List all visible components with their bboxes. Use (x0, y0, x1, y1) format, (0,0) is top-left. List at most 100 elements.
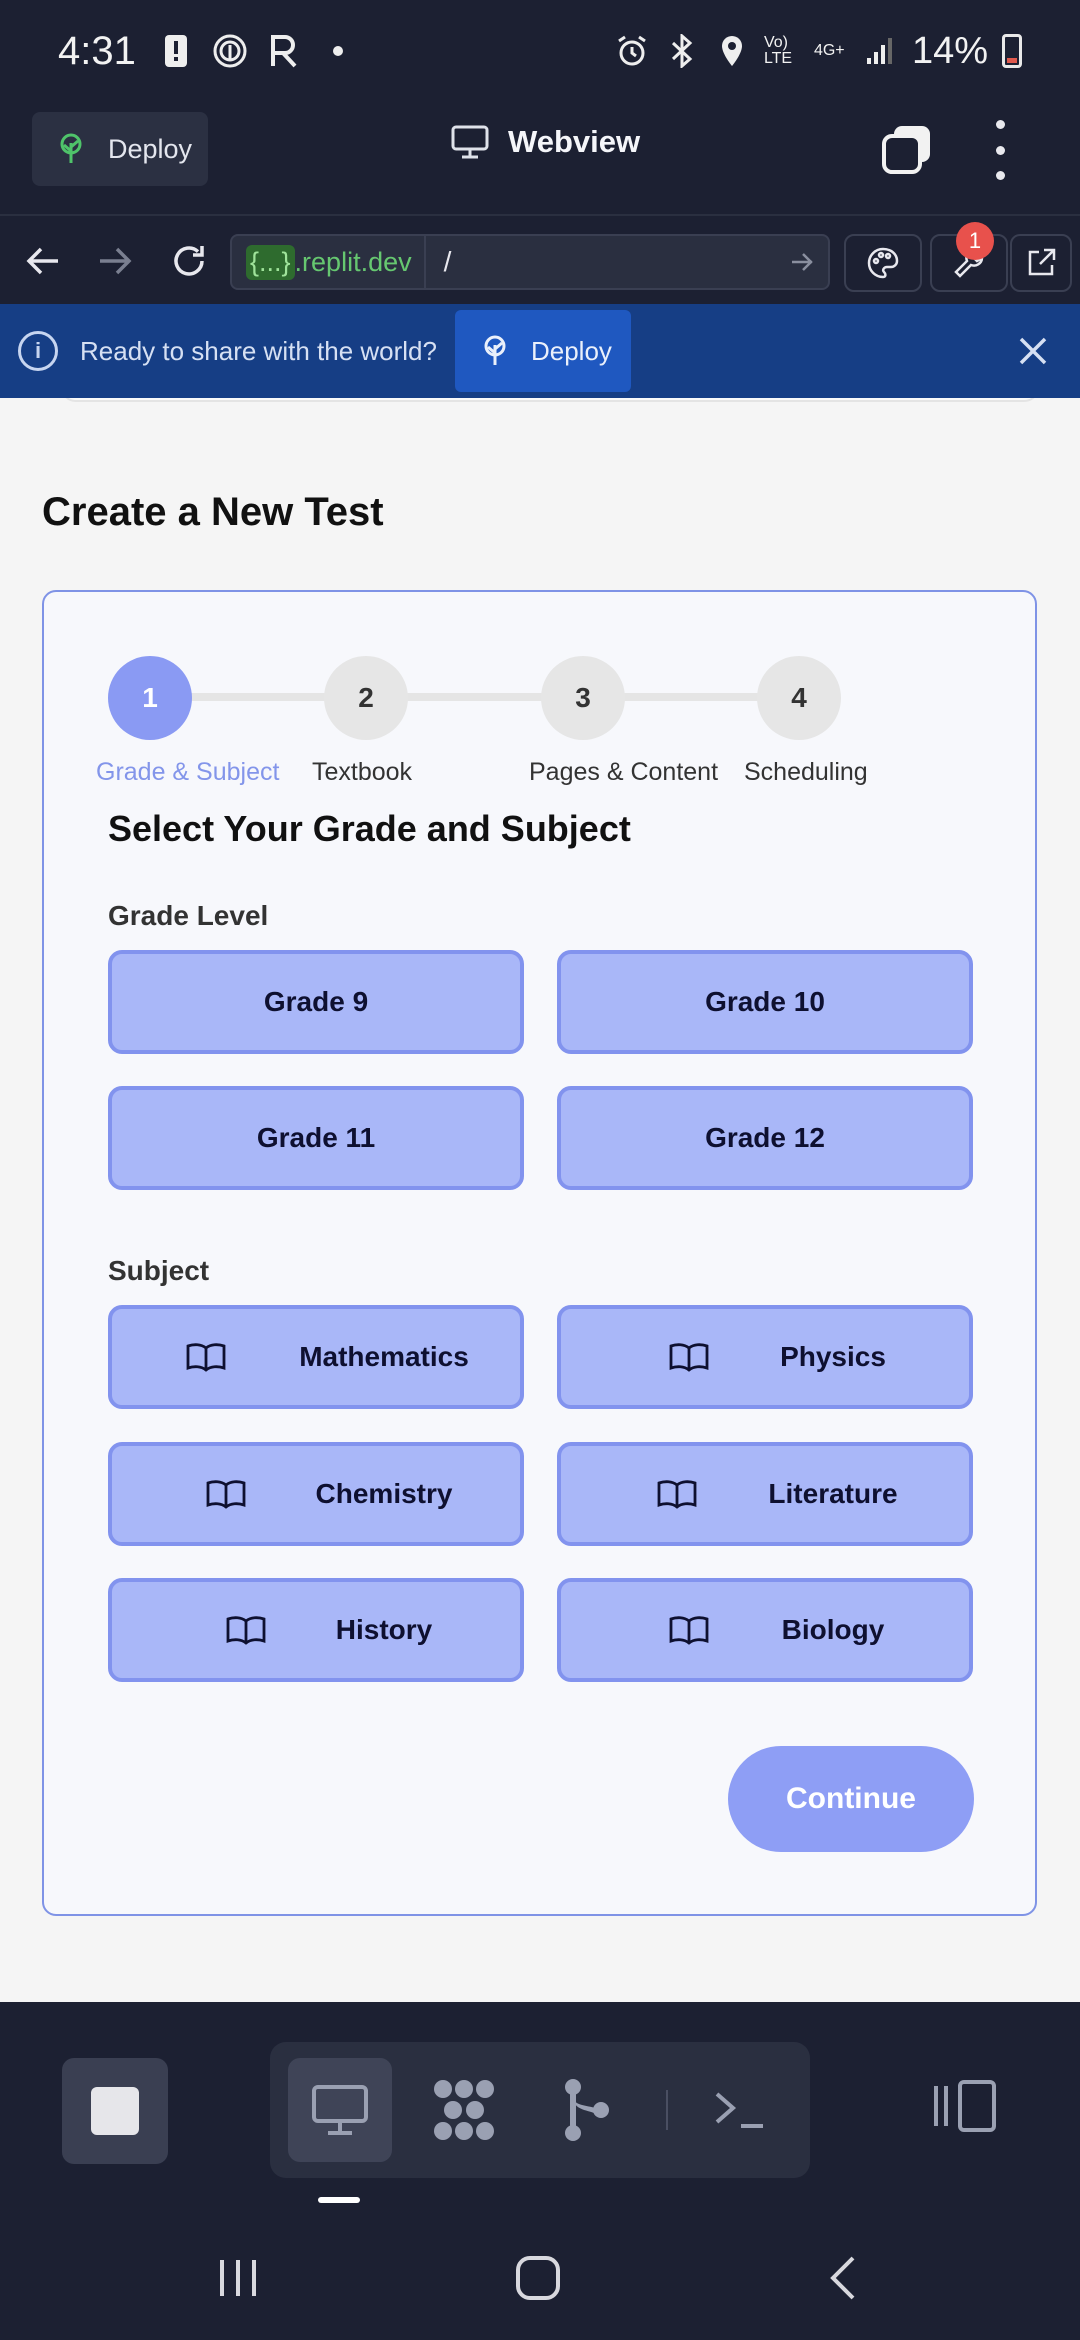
more-options-button[interactable] (990, 120, 1010, 180)
book-icon (226, 1616, 266, 1645)
book-icon (206, 1480, 246, 1509)
arrow-left-icon (26, 247, 58, 275)
banner-deploy-label: Deploy (530, 335, 612, 366)
chevron-left-icon (830, 2256, 855, 2300)
android-nav-bar (0, 2212, 1080, 2340)
open-external-button[interactable] (1010, 234, 1072, 292)
step-4-label: Scheduling (744, 758, 868, 786)
step-2-label: Textbook (312, 758, 413, 786)
grade-12-option[interactable]: Grade 12 (557, 1086, 973, 1190)
subject-option-label: History (335, 1614, 433, 1645)
close-banner-button[interactable] (1016, 334, 1050, 368)
deploy-tree-icon (60, 133, 82, 163)
info-icon: i (18, 331, 58, 371)
back-button[interactable] (18, 236, 68, 286)
url-field[interactable]: {...} .replit.dev / (230, 234, 830, 290)
step-2-circle[interactable]: 2 (324, 656, 408, 740)
book-icon (657, 1480, 697, 1509)
tabs-icon (882, 126, 930, 174)
subject-history-option[interactable]: History (108, 1578, 524, 1682)
recents-button[interactable] (208, 2250, 268, 2306)
git-tool-button[interactable] (534, 2058, 638, 2162)
test-wizard-card: 1 2 3 4 Grade & Subject Textbook Pages &… (42, 590, 1037, 1916)
close-icon (1019, 337, 1047, 365)
subject-option-label: Physics (780, 1341, 886, 1372)
subject-biology-option[interactable]: Biology (557, 1578, 973, 1682)
recents-icon (220, 2260, 256, 2296)
url-go-button[interactable] (778, 251, 828, 273)
location-icon (714, 33, 750, 69)
system-back-button[interactable] (812, 2250, 872, 2306)
bluetooth-icon (664, 33, 700, 69)
signal-icon (862, 33, 898, 69)
home-icon (516, 2256, 560, 2300)
step-connector (619, 693, 765, 701)
alarm-icon (614, 33, 650, 69)
webview-title-label: Webview (508, 124, 641, 159)
step-3-circle[interactable]: 3 (541, 656, 625, 740)
terminal-icon (715, 2092, 763, 2128)
palette-icon (867, 247, 899, 279)
grade-option-label: Grade 11 (256, 1122, 376, 1153)
arrow-right-icon (100, 247, 132, 275)
subject-physics-option[interactable]: Physics (557, 1305, 973, 1409)
clock: 4:31 (58, 28, 136, 73)
step-1-label: Grade & Subject (96, 758, 280, 786)
banner-deploy-button[interactable]: Deploy (454, 310, 631, 392)
home-button[interactable] (508, 2250, 568, 2306)
deploy-button[interactable]: Deploy (32, 112, 208, 186)
fingerprint-app-icon (212, 33, 248, 69)
continue-button[interactable]: Continue (728, 1746, 974, 1852)
deploy-label: Deploy (108, 133, 193, 164)
active-tool-indicator (318, 2197, 360, 2203)
app-header: Deploy Webview (0, 102, 1080, 214)
status-bar: 4:31 Vo) LTE 4G+ 14% (0, 0, 1080, 102)
notification-badge: 1 (956, 222, 994, 260)
webview-title: Webview (450, 124, 640, 160)
grade-9-option[interactable]: Grade 9 (108, 950, 524, 1054)
theme-button[interactable] (844, 234, 922, 292)
subject-literature-option[interactable]: Literature (557, 1442, 973, 1546)
subject-option-label: Mathematics (299, 1341, 469, 1372)
tabs-button[interactable] (880, 122, 934, 176)
apps-tool-button[interactable] (412, 2058, 516, 2162)
step-4-circle[interactable]: 4 (757, 656, 841, 740)
webview-tool-button[interactable] (288, 2058, 392, 2162)
branch-icon (565, 2079, 609, 2141)
shell-tool-button[interactable] (688, 2058, 792, 2162)
replit-r-icon (266, 33, 302, 69)
nodes-grid-icon (434, 2080, 494, 2140)
monitor-icon (451, 125, 489, 159)
battery-percent: 14% (911, 29, 988, 72)
reload-button[interactable] (164, 236, 214, 286)
deploy-tree-icon (484, 335, 506, 365)
grade-10-option[interactable]: Grade 10 (557, 950, 973, 1054)
alert-icon (158, 33, 194, 69)
forward-button[interactable] (90, 236, 140, 286)
banner-message: Ready to share with the world? (80, 335, 437, 366)
subject-mathematics-option[interactable]: Mathematics (108, 1305, 524, 1409)
book-icon (669, 1616, 709, 1645)
url-host-suffix: .replit.dev (294, 246, 412, 277)
monitor-icon (312, 2085, 368, 2135)
step-3-label: Pages & Content (529, 758, 719, 786)
subject-chemistry-option[interactable]: Chemistry (108, 1442, 524, 1546)
subject-option-label: Chemistry (315, 1478, 453, 1509)
battery-icon (1002, 34, 1022, 68)
more-dot (995, 120, 1005, 129)
layout-toggle-button[interactable] (928, 2078, 998, 2138)
more-dot (995, 145, 1005, 155)
url-bar: {...} .replit.dev / (0, 214, 1080, 304)
dot-icon (320, 33, 356, 69)
more-dot (995, 171, 1005, 180)
stop-button[interactable] (62, 2058, 168, 2164)
arrow-right-icon (792, 253, 813, 271)
grade-11-option[interactable]: Grade 11 (108, 1086, 524, 1190)
grade-option-label: Grade 10 (705, 986, 825, 1017)
step-1-circle[interactable]: 1 (108, 656, 192, 740)
page-title: Create a New Test (42, 490, 384, 534)
subject-option-label: Literature (768, 1478, 898, 1509)
url-path[interactable]: / (426, 246, 778, 278)
deploy-banner: i Ready to share with the world? Deploy (0, 304, 1080, 398)
reload-icon (174, 246, 204, 276)
